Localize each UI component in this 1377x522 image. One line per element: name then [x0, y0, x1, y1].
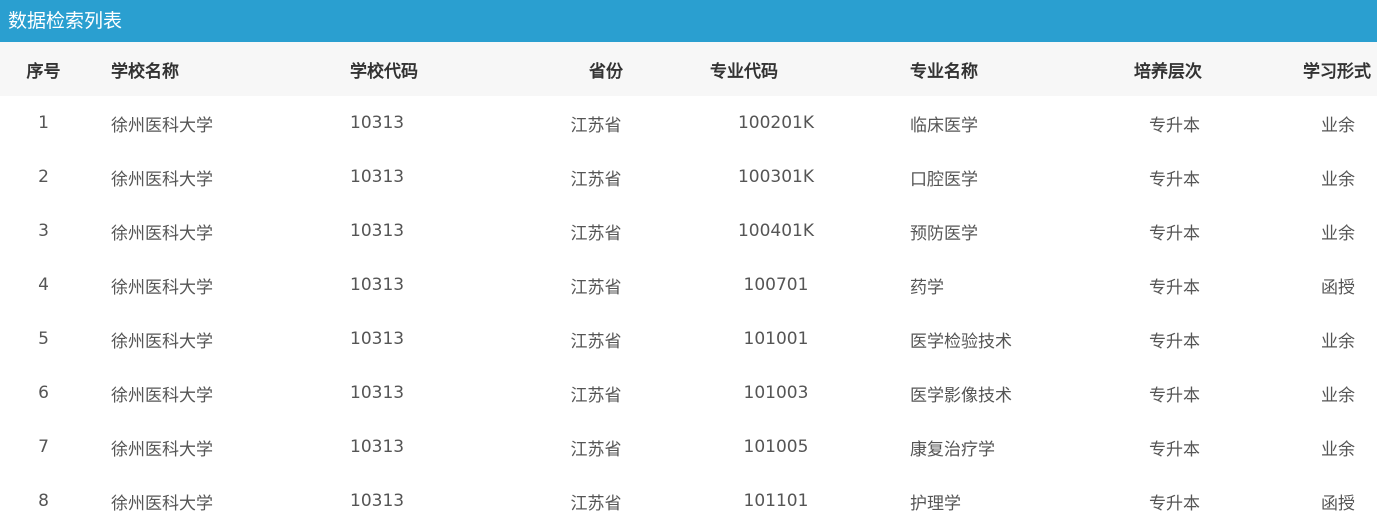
cell-level: 专升本	[1149, 439, 1200, 460]
cell-study-mode: 业余	[1321, 385, 1355, 406]
cell-seq: 6	[38, 383, 49, 403]
cell-province: 江苏省	[570, 169, 622, 190]
table-row: 5 徐州医科大学 10313 江苏省 101001 医学检验技术 专升本 业余	[0, 312, 1377, 366]
cell-seq: 8	[38, 491, 49, 511]
cell-seq: 2	[38, 167, 49, 187]
cell-school-name: 徐州医科大学	[111, 439, 213, 460]
cell-study-mode: 业余	[1321, 115, 1355, 136]
table-row: 1 徐州医科大学 10313 江苏省 100201K 临床医学 专升本 业余	[0, 96, 1377, 150]
cell-level: 专升本	[1149, 169, 1200, 190]
cell-school-name: 徐州医科大学	[111, 493, 213, 514]
column-header-school-name: 学校名称	[111, 61, 179, 82]
cell-school-code: 10313	[350, 221, 405, 241]
cell-major-code: 101005	[743, 437, 809, 457]
cell-school-name: 徐州医科大学	[111, 385, 213, 406]
cell-school-name: 徐州医科大学	[111, 277, 213, 298]
cell-major-name: 预防医学	[910, 223, 978, 244]
cell-province: 江苏省	[570, 331, 622, 352]
cell-major-name: 康复治疗学	[910, 439, 995, 460]
cell-school-code: 10313	[350, 491, 405, 511]
panel-title-bar: 数据检索列表	[0, 0, 1377, 42]
cell-major-code: 100401K	[737, 221, 815, 241]
cell-study-mode: 业余	[1321, 331, 1355, 352]
cell-seq: 7	[38, 437, 49, 457]
cell-school-code: 10313	[350, 329, 405, 349]
cell-school-code: 10313	[350, 113, 405, 133]
cell-seq: 1	[38, 113, 49, 133]
column-header-study-mode: 学习形式	[1303, 61, 1371, 82]
cell-study-mode: 业余	[1321, 439, 1355, 460]
table-row: 3 徐州医科大学 10313 江苏省 100401K 预防医学 专升本 业余	[0, 204, 1377, 258]
cell-school-code: 10313	[350, 167, 405, 187]
cell-seq: 4	[38, 275, 49, 295]
column-header-major-name: 专业名称	[910, 61, 978, 82]
cell-major-name: 护理学	[910, 493, 961, 514]
cell-province: 江苏省	[570, 439, 622, 460]
cell-school-code: 10313	[350, 437, 405, 457]
panel-title: 数据检索列表	[8, 9, 123, 32]
cell-major-code: 101003	[743, 383, 809, 403]
table-row: 2 徐州医科大学 10313 江苏省 100301K 口腔医学 专升本 业余	[0, 150, 1377, 204]
cell-major-name: 临床医学	[910, 115, 978, 136]
results-table: 序号 学校名称 学校代码 省份 专业代码 专业名称 培养层次 学习形式 1 徐州…	[0, 42, 1377, 522]
cell-province: 江苏省	[570, 115, 622, 136]
cell-major-code: 100301K	[737, 167, 815, 187]
cell-seq: 5	[38, 329, 49, 349]
cell-level: 专升本	[1149, 385, 1200, 406]
table-row: 6 徐州医科大学 10313 江苏省 101003 医学影像技术 专升本 业余	[0, 366, 1377, 420]
cell-major-code: 100201K	[737, 113, 815, 133]
cell-province: 江苏省	[570, 223, 622, 244]
cell-major-code: 100701	[743, 275, 809, 295]
cell-level: 专升本	[1149, 331, 1200, 352]
cell-level: 专升本	[1149, 493, 1200, 514]
cell-major-name: 医学检验技术	[910, 331, 1012, 352]
cell-major-name: 医学影像技术	[910, 385, 1012, 406]
data-search-list-panel: 数据检索列表 序号 学校名称 学校代码 省份 专业代码 专业名称 培养层次 学习…	[0, 0, 1377, 522]
cell-province: 江苏省	[570, 493, 622, 514]
cell-study-mode: 函授	[1321, 493, 1355, 514]
cell-level: 专升本	[1149, 223, 1200, 244]
cell-level: 专升本	[1149, 277, 1200, 298]
cell-level: 专升本	[1149, 115, 1200, 136]
cell-major-name: 药学	[910, 277, 944, 298]
cell-school-name: 徐州医科大学	[111, 115, 213, 136]
column-header-province: 省份	[589, 61, 623, 82]
column-header-major-code: 专业代码	[710, 61, 778, 82]
table-row: 4 徐州医科大学 10313 江苏省 100701 药学 专升本 函授	[0, 258, 1377, 312]
cell-school-name: 徐州医科大学	[111, 223, 213, 244]
table-row: 8 徐州医科大学 10313 江苏省 101101 护理学 专升本 函授	[0, 474, 1377, 522]
column-header-school-code: 学校代码	[350, 61, 418, 82]
cell-seq: 3	[38, 221, 49, 241]
column-header-seq: 序号	[26, 61, 61, 82]
cell-study-mode: 业余	[1321, 223, 1355, 244]
cell-study-mode: 业余	[1321, 169, 1355, 190]
cell-province: 江苏省	[570, 385, 622, 406]
cell-province: 江苏省	[570, 277, 622, 298]
cell-major-code: 101101	[743, 491, 809, 511]
table-header-row: 序号 学校名称 学校代码 省份 专业代码 专业名称 培养层次 学习形式	[0, 42, 1377, 96]
cell-major-code: 101001	[743, 329, 809, 349]
table-row: 7 徐州医科大学 10313 江苏省 101005 康复治疗学 专升本 业余	[0, 420, 1377, 474]
cell-school-name: 徐州医科大学	[111, 331, 213, 352]
cell-school-name: 徐州医科大学	[111, 169, 213, 190]
cell-school-code: 10313	[350, 275, 405, 295]
cell-study-mode: 函授	[1321, 277, 1355, 298]
column-header-level: 培养层次	[1134, 61, 1202, 82]
cell-school-code: 10313	[350, 383, 405, 403]
cell-major-name: 口腔医学	[910, 169, 978, 190]
